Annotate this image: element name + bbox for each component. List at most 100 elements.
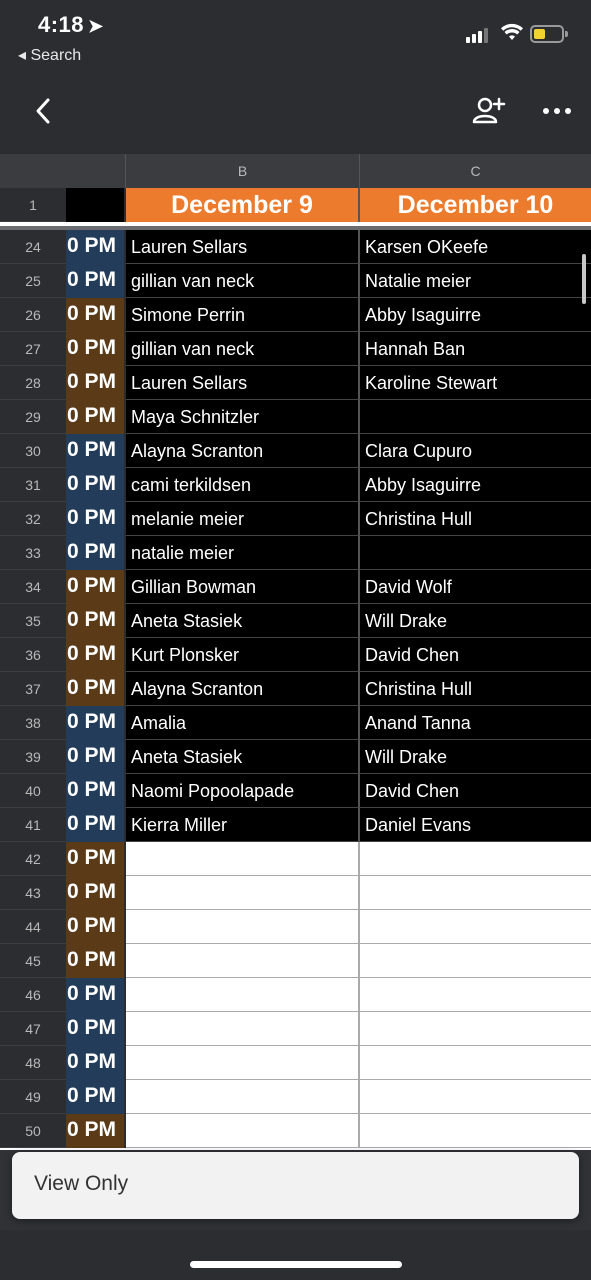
time-cell[interactable]: 0 PM xyxy=(66,1012,126,1046)
time-cell[interactable]: 0 PM xyxy=(66,706,126,740)
time-cell[interactable]: 0 PM xyxy=(66,434,126,468)
cell-b[interactable]: Kierra Miller xyxy=(126,808,360,842)
cell-c[interactable] xyxy=(360,400,591,434)
back-to-app-link[interactable]: ◂ Search xyxy=(18,45,81,65)
spreadsheet-grid[interactable]: B C 1 December 9 December 10 24 0 PM Laure… xyxy=(0,154,591,1150)
cell-c[interactable] xyxy=(360,978,591,1012)
time-cell[interactable]: 0 PM xyxy=(66,230,126,264)
cell-c[interactable]: Abby Isaguirre xyxy=(360,298,591,332)
row-number[interactable]: 45 xyxy=(0,944,66,978)
row-number[interactable]: 41 xyxy=(0,808,66,842)
cell-b[interactable] xyxy=(126,876,360,910)
cell-b[interactable]: Simone Perrin xyxy=(126,298,360,332)
row-number[interactable]: 25 xyxy=(0,264,66,298)
time-cell[interactable]: 0 PM xyxy=(66,910,126,944)
row-number[interactable]: 50 xyxy=(0,1114,66,1148)
cell-b[interactable]: gillian van neck xyxy=(126,332,360,366)
cell-c[interactable] xyxy=(360,910,591,944)
cell-c[interactable]: Natalie meier xyxy=(360,264,591,298)
time-cell[interactable]: 0 PM xyxy=(66,944,126,978)
cell-c[interactable]: Clara Cupuro xyxy=(360,434,591,468)
cell-b[interactable]: Alayna Scranton xyxy=(126,434,360,468)
cell-b[interactable]: Gillian Bowman xyxy=(126,570,360,604)
cell-b[interactable] xyxy=(126,1114,360,1148)
cell-b[interactable]: melanie meier xyxy=(126,502,360,536)
row-number[interactable]: 39 xyxy=(0,740,66,774)
row-number[interactable]: 42 xyxy=(0,842,66,876)
time-cell[interactable]: 0 PM xyxy=(66,1080,126,1114)
cell-b[interactable]: Lauren Sellars xyxy=(126,366,360,400)
vertical-scrollbar[interactable] xyxy=(582,254,586,304)
cell-c[interactable]: Anand Tanna xyxy=(360,706,591,740)
cell-b[interactable]: Lauren Sellars xyxy=(126,230,360,264)
cell-c[interactable]: Christina Hull xyxy=(360,672,591,706)
column-header-b[interactable]: B xyxy=(126,154,360,188)
cell-b[interactable] xyxy=(126,978,360,1012)
row-number[interactable]: 28 xyxy=(0,366,66,400)
time-cell[interactable]: 0 PM xyxy=(66,740,126,774)
time-cell[interactable]: 0 PM xyxy=(66,468,126,502)
row-number[interactable]: 49 xyxy=(0,1080,66,1114)
corner-cell[interactable] xyxy=(0,154,126,188)
row-number[interactable]: 30 xyxy=(0,434,66,468)
cell-b[interactable]: Naomi Popoolapade xyxy=(126,774,360,808)
time-cell[interactable]: 0 PM xyxy=(66,298,126,332)
time-cell[interactable]: 0 PM xyxy=(66,264,126,298)
cell-c[interactable] xyxy=(360,536,591,570)
cell-b[interactable]: Maya Schnitzler xyxy=(126,400,360,434)
row-number[interactable]: 48 xyxy=(0,1046,66,1080)
row-number[interactable]: 34 xyxy=(0,570,66,604)
row-number[interactable]: 32 xyxy=(0,502,66,536)
cell-b[interactable]: Amalia xyxy=(126,706,360,740)
cell-b[interactable] xyxy=(126,910,360,944)
time-cell[interactable]: 0 PM xyxy=(66,638,126,672)
row-number[interactable]: 1 xyxy=(0,188,66,222)
time-cell[interactable]: 0 PM xyxy=(66,672,126,706)
cell-c[interactable] xyxy=(360,1012,591,1046)
row-number[interactable]: 33 xyxy=(0,536,66,570)
cell-c[interactable] xyxy=(360,876,591,910)
cell-c[interactable]: Abby Isaguirre xyxy=(360,468,591,502)
cell-c[interactable]: Will Drake xyxy=(360,604,591,638)
cell-c[interactable]: David Wolf xyxy=(360,570,591,604)
row-number[interactable]: 37 xyxy=(0,672,66,706)
cell-b[interactable] xyxy=(126,1012,360,1046)
time-cell[interactable]: 0 PM xyxy=(66,502,126,536)
date-header-c[interactable]: December 10 xyxy=(360,188,591,222)
cell-c[interactable]: Christina Hull xyxy=(360,502,591,536)
cell-b[interactable]: gillian van neck xyxy=(126,264,360,298)
cell-c[interactable] xyxy=(360,1080,591,1114)
cell-b[interactable]: natalie meier xyxy=(126,536,360,570)
cell-b[interactable]: cami terkildsen xyxy=(126,468,360,502)
cell-c[interactable] xyxy=(360,1114,591,1148)
row-number[interactable]: 46 xyxy=(0,978,66,1012)
home-indicator[interactable] xyxy=(190,1261,402,1268)
cell-b[interactable] xyxy=(126,944,360,978)
time-cell[interactable]: 0 PM xyxy=(66,1046,126,1080)
cell-c[interactable]: David Chen xyxy=(360,638,591,672)
row-number[interactable]: 27 xyxy=(0,332,66,366)
row-number[interactable]: 35 xyxy=(0,604,66,638)
column-header-c[interactable]: C xyxy=(360,154,591,188)
cell-b[interactable] xyxy=(126,842,360,876)
cell-c[interactable]: Daniel Evans xyxy=(360,808,591,842)
row-number[interactable]: 26 xyxy=(0,298,66,332)
row-number[interactable]: 38 xyxy=(0,706,66,740)
row-number[interactable]: 40 xyxy=(0,774,66,808)
time-cell[interactable] xyxy=(66,188,126,222)
row-number[interactable]: 36 xyxy=(0,638,66,672)
row-number[interactable]: 44 xyxy=(0,910,66,944)
cell-c[interactable] xyxy=(360,944,591,978)
cell-c[interactable] xyxy=(360,842,591,876)
cell-b[interactable]: Aneta Stasiek xyxy=(126,604,360,638)
cell-c[interactable]: Hannah Ban xyxy=(360,332,591,366)
row-number[interactable]: 43 xyxy=(0,876,66,910)
time-cell[interactable]: 0 PM xyxy=(66,536,126,570)
row-number[interactable]: 29 xyxy=(0,400,66,434)
cell-b[interactable] xyxy=(126,1046,360,1080)
cell-c[interactable]: Will Drake xyxy=(360,740,591,774)
time-cell[interactable]: 0 PM xyxy=(66,842,126,876)
time-cell[interactable]: 0 PM xyxy=(66,978,126,1012)
time-cell[interactable]: 0 PM xyxy=(66,400,126,434)
row-number[interactable]: 24 xyxy=(0,230,66,264)
